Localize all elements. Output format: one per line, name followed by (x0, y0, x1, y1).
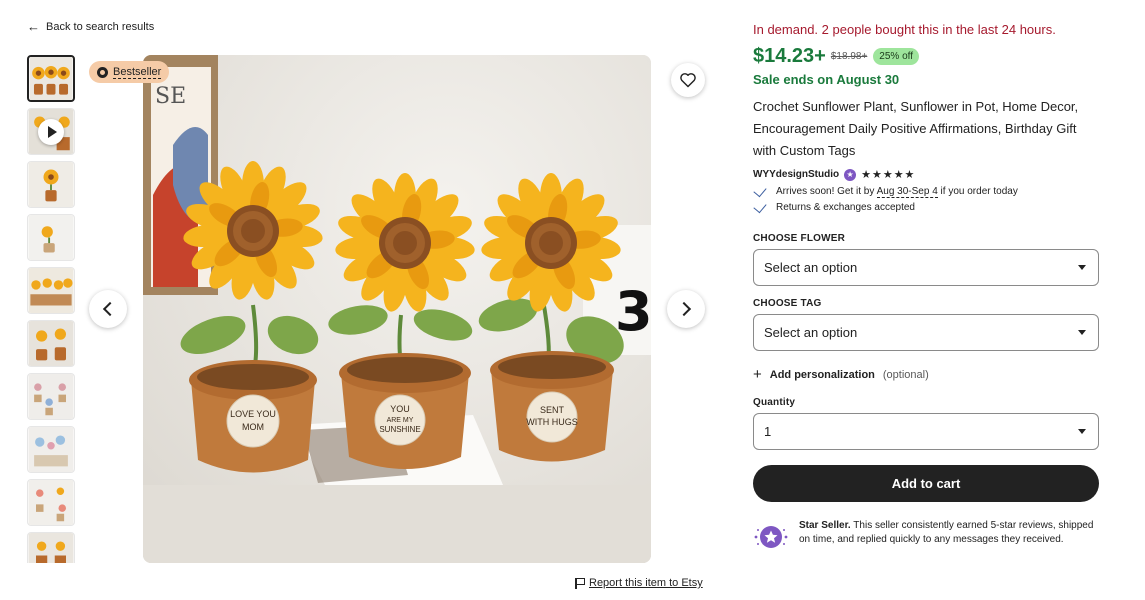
star-seller-icon: ★ (844, 168, 857, 181)
flower-select[interactable]: Select an option (753, 249, 1099, 286)
thumbnail-3[interactable] (27, 161, 75, 208)
thumbnail-image (28, 321, 74, 366)
thumbnail-image (28, 427, 74, 472)
previous-image-button[interactable] (89, 290, 127, 328)
chevron-down-icon (1078, 330, 1086, 335)
arrow-left-icon: ← (27, 19, 40, 34)
check-icon (753, 199, 767, 213)
thumbnail-1[interactable] (27, 55, 75, 102)
sale-price: $14.23+ (753, 44, 826, 67)
quantity-select[interactable]: 1 (753, 413, 1099, 450)
play-icon (38, 118, 64, 145)
star-seller-text: Star Seller. This seller consistently ea… (799, 519, 1099, 555)
arrival-text: Arrives soon! Get it by Aug 30-Sep 4 if … (776, 186, 1018, 198)
flower-select-value: Select an option (764, 260, 858, 275)
demand-message: In demand. 2 people bought this in the l… (753, 22, 1056, 37)
thumbnail-10[interactable] (27, 532, 75, 563)
back-to-search-link[interactable]: ← Back to search results (27, 20, 154, 33)
product-photo: SE 3 LOVE YOU MOM YOU ARE MY SUNSHINE SE… (143, 55, 651, 563)
tag-select-value: Select an option (764, 325, 858, 340)
star-seller-badge-icon (754, 526, 788, 548)
tag-text-3b: WITH HUGS (526, 417, 578, 427)
thumbnail-7[interactable] (27, 373, 75, 420)
thumbnail-image (28, 162, 74, 207)
thumbnail-9[interactable] (27, 479, 75, 526)
shop-row: WYYdesignStudio ★ ★★★★★ (753, 168, 1099, 181)
arrival-dates[interactable]: Aug 30-Sep 4 (876, 186, 938, 198)
flower-option-label: CHOOSE FLOWER (753, 233, 846, 244)
thumbnail-image (28, 480, 74, 525)
returns-row: Returns & exchanges accepted (753, 199, 1099, 213)
heart-icon (680, 73, 696, 88)
add-to-cart-button[interactable]: Add to cart (753, 465, 1099, 502)
bestseller-label: Bestseller (113, 65, 162, 79)
personalization-optional: (optional) (882, 368, 929, 381)
check-icon (753, 183, 767, 197)
tag-text-2c: SUNSHINE (379, 425, 420, 434)
quantity-select-value: 1 (764, 424, 772, 439)
main-product-image[interactable]: SE 3 LOVE YOU MOM YOU ARE MY SUNSHINE SE… (143, 55, 651, 563)
calendar-digit: 3 (615, 280, 651, 343)
thumbnail-image (28, 374, 74, 419)
tag-select[interactable]: Select an option (753, 314, 1099, 351)
product-info-panel: In demand. 2 people bought this in the l… (753, 22, 1099, 555)
thumbnail-8[interactable] (27, 426, 75, 473)
report-label: Report this item to Etsy (589, 577, 703, 589)
star-seller-title: Star Seller. (799, 520, 851, 531)
tag-text-1b: MOM (242, 422, 264, 432)
tag-text-3a: SENT (540, 405, 565, 415)
thumbnail-image (28, 215, 74, 260)
discount-badge: 25% off (873, 47, 920, 65)
award-ribbon-icon (97, 66, 108, 78)
thumbnail-image (28, 533, 74, 563)
flag-icon (575, 577, 585, 589)
favorite-button[interactable] (671, 63, 705, 97)
chevron-down-icon (1078, 429, 1086, 434)
plus-icon: + (753, 366, 762, 383)
original-price: $18.98+ (830, 50, 868, 62)
arrival-prefix: Arrives soon! Get it by (776, 186, 877, 197)
thumbnail-image (29, 57, 73, 100)
report-item-link[interactable]: Report this item to Etsy (575, 577, 703, 589)
thumbnail-strip (27, 55, 76, 563)
chevron-left-icon (102, 301, 118, 317)
arrival-row: Arrives soon! Get it by Aug 30-Sep 4 if … (753, 183, 1099, 198)
price-row: $14.23+ $18.98+ 25% off (753, 43, 1099, 69)
product-title: Crochet Sunflower Plant, Sunflower in Po… (753, 99, 1079, 158)
thumbnail-4[interactable] (27, 214, 75, 261)
arrival-suffix: if you order today (937, 186, 1018, 197)
star-seller-block: Star Seller. This seller consistently ea… (753, 519, 1099, 555)
personalization-label: Add personalization (769, 368, 875, 381)
bestseller-badge[interactable]: Bestseller (89, 61, 170, 83)
thumbnail-5[interactable] (27, 267, 75, 314)
add-personalization-button[interactable]: + Add personalization (optional) (753, 367, 1099, 382)
thumbnail-video[interactable] (27, 108, 75, 155)
tag-text-1a: LOVE YOU (230, 409, 276, 419)
tag-text-2a: YOU (390, 404, 410, 414)
tag-text-2b: ARE MY (387, 417, 414, 424)
rating-stars[interactable]: ★★★★★ (861, 168, 915, 181)
back-link-label: Back to search results (46, 20, 155, 33)
chevron-down-icon (1078, 265, 1086, 270)
poster-letters: SE (155, 84, 186, 109)
chevron-right-icon (676, 301, 692, 317)
next-image-button[interactable] (667, 290, 705, 328)
thumbnail-image (28, 268, 74, 313)
shop-name-link[interactable]: WYYdesignStudio (753, 169, 839, 180)
tag-option-label: CHOOSE TAG (753, 298, 822, 309)
sale-end-message: Sale ends on August 30 (753, 72, 900, 87)
quantity-label: Quantity (753, 397, 796, 408)
thumbnail-6[interactable] (27, 320, 75, 367)
returns-text: Returns & exchanges accepted (776, 202, 915, 213)
